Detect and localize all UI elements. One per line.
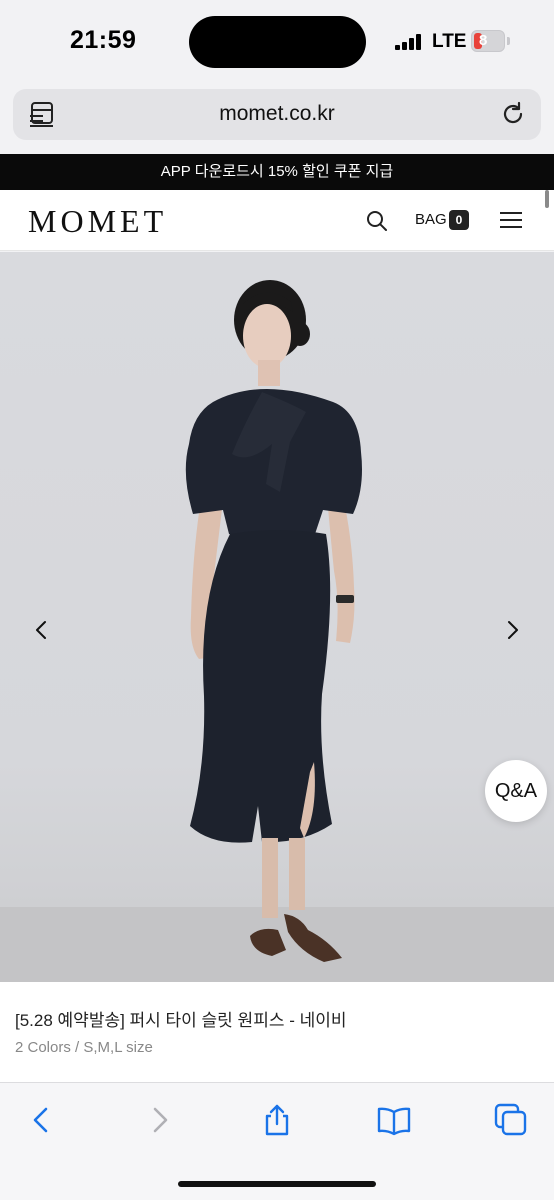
address-bar[interactable]: momet.co.kr	[13, 89, 541, 140]
share-icon[interactable]	[260, 1103, 294, 1137]
battery-level: 8	[479, 32, 488, 49]
menu-icon[interactable]	[500, 211, 522, 229]
reload-icon[interactable]	[499, 100, 527, 128]
bookmarks-icon[interactable]	[377, 1103, 411, 1137]
network-label: LTE	[432, 31, 467, 52]
search-icon[interactable]	[366, 210, 388, 232]
site-header: MOMET BAG 0	[0, 190, 554, 251]
product-info: [5.28 예약발송] 퍼시 타이 슬릿 원피스 - 네이비 2 Colors …	[0, 982, 554, 1082]
qa-button[interactable]: Q&A	[485, 760, 547, 822]
page-scrollbar[interactable]	[545, 190, 549, 208]
battery-icon: 8	[471, 30, 505, 52]
dynamic-island	[189, 16, 366, 68]
url-text[interactable]: momet.co.kr	[13, 102, 541, 126]
product-image-carousel[interactable]: Q&A	[0, 252, 554, 982]
forward-icon[interactable]	[143, 1103, 177, 1137]
battery-tip	[507, 37, 510, 45]
signal-icon	[395, 34, 423, 50]
status-bar: 21:59 LTE 8	[0, 0, 554, 84]
carousel-next-icon[interactable]	[500, 618, 524, 642]
tabs-icon[interactable]	[494, 1103, 528, 1137]
promo-banner[interactable]: APP 다운로드시 15% 할인 쿠폰 지급	[0, 154, 554, 190]
product-name[interactable]: [5.28 예약발송] 퍼시 타이 슬릿 원피스 - 네이비	[15, 1006, 347, 1031]
model-photo	[185, 280, 362, 962]
back-icon[interactable]	[24, 1103, 58, 1137]
home-indicator	[178, 1181, 376, 1187]
status-time: 21:59	[70, 26, 137, 54]
product-meta: 2 Colors / S,M,L size	[15, 1039, 153, 1056]
bag-count-badge[interactable]: 0	[449, 210, 469, 230]
carousel-prev-icon[interactable]	[30, 618, 54, 642]
bag-label[interactable]: BAG	[415, 211, 447, 228]
brand-logo[interactable]: MOMET	[28, 203, 167, 240]
